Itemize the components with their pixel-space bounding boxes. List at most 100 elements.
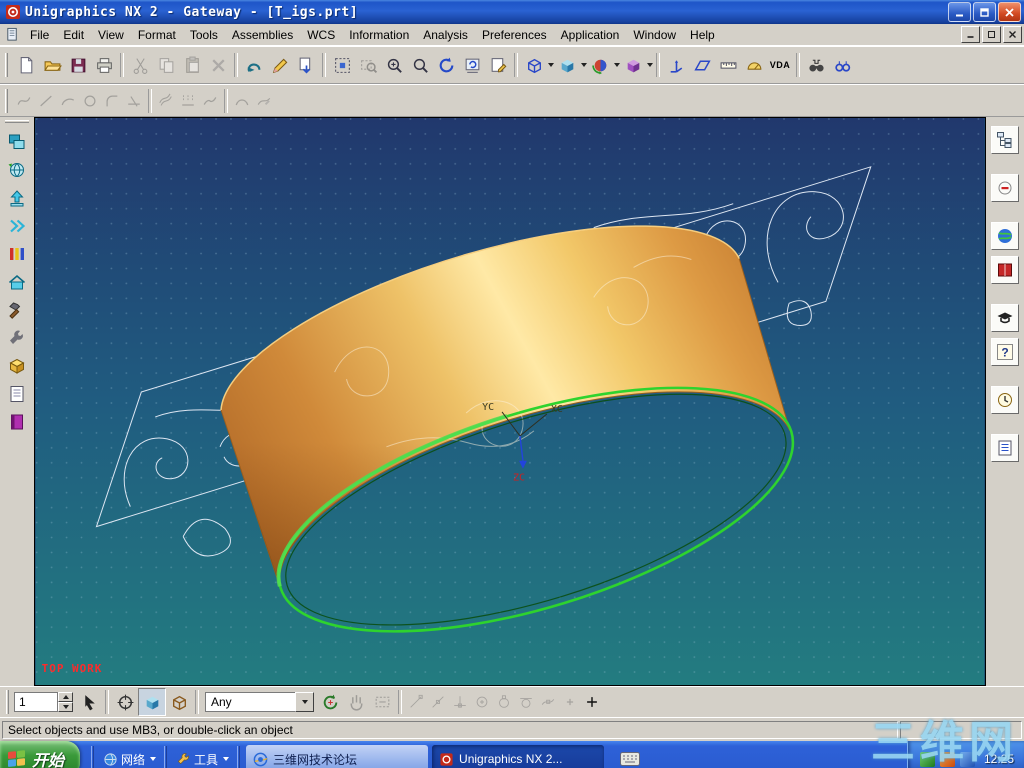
wireframe-display-button[interactable] <box>521 52 547 78</box>
menu-file[interactable]: File <box>23 26 56 44</box>
ruler-button[interactable] <box>715 52 741 78</box>
tangent-snap-button[interactable] <box>515 691 537 713</box>
remove-item-button[interactable] <box>991 174 1019 202</box>
point-on-curve-snap-button[interactable] <box>537 691 559 713</box>
modeling-tools-button[interactable] <box>3 296 31 324</box>
new-button[interactable] <box>13 52 39 78</box>
zoom-button[interactable] <box>381 52 407 78</box>
menu-wcs[interactable]: WCS <box>300 26 342 44</box>
information-list-button[interactable] <box>3 380 31 408</box>
graphics-window[interactable]: YC XC ZC TOP WORK <box>35 118 985 685</box>
menu-view[interactable]: View <box>91 26 131 44</box>
project-curve-button[interactable] <box>177 90 199 112</box>
spin-down-button[interactable] <box>58 702 73 712</box>
menu-assemblies[interactable]: Assemblies <box>225 26 300 44</box>
menu-window[interactable]: Window <box>626 26 683 44</box>
paste-button[interactable] <box>179 52 205 78</box>
mdi-restore-button[interactable] <box>982 26 1001 43</box>
training-button[interactable] <box>991 304 1019 332</box>
bridge-curve-button[interactable] <box>231 90 253 112</box>
point-snap-button[interactable] <box>559 691 581 713</box>
toolbar-grip[interactable] <box>5 88 10 113</box>
assembly-navigator-button[interactable] <box>991 126 1019 154</box>
chevron-down-icon[interactable] <box>223 757 230 761</box>
update-display-button[interactable] <box>459 52 485 78</box>
spin-up-button[interactable] <box>58 692 73 702</box>
close-button[interactable] <box>998 2 1021 22</box>
binoculars-button[interactable] <box>803 52 829 78</box>
arc-button[interactable] <box>57 90 79 112</box>
task-browser[interactable]: 三维网技术论坛 <box>246 745 429 768</box>
open-button[interactable] <box>39 52 65 78</box>
dropdown-arrow-icon[interactable] <box>647 63 653 67</box>
minimize-button[interactable] <box>948 2 971 22</box>
join-curve-button[interactable] <box>199 90 221 112</box>
spline-button[interactable] <box>13 90 35 112</box>
journal-button[interactable] <box>991 434 1019 462</box>
delete-button[interactable] <box>205 52 231 78</box>
style-button[interactable] <box>267 52 293 78</box>
plus-button[interactable] <box>581 691 603 713</box>
orient-view-button[interactable] <box>620 52 646 78</box>
work-layer-spinner[interactable]: 1 <box>14 692 73 712</box>
menu-application[interactable]: Application <box>554 26 627 44</box>
solid-body-button[interactable] <box>3 352 31 380</box>
menu-tools[interactable]: Tools <box>183 26 225 44</box>
restore-button[interactable] <box>973 2 996 22</box>
tools-toolbar[interactable]: 工具 <box>171 741 234 768</box>
selection-filter-combo[interactable]: Any <box>205 692 314 712</box>
copy-button[interactable] <box>153 52 179 78</box>
layer-settings-button[interactable] <box>3 128 31 156</box>
snap-target-button[interactable] <box>112 689 138 715</box>
materials-button[interactable] <box>3 408 31 436</box>
rotate-view-button[interactable] <box>3 156 31 184</box>
offset-curve-button[interactable] <box>155 90 177 112</box>
viewport[interactable]: YC XC ZC TOP WORK <box>34 117 986 686</box>
window-zoom-button[interactable] <box>369 689 395 715</box>
vda-button[interactable]: VDA <box>767 52 793 78</box>
chevron-down-icon[interactable] <box>150 757 157 761</box>
tray-icon-c[interactable] <box>959 751 975 767</box>
center-snap-button[interactable] <box>471 691 493 713</box>
home-view-button[interactable] <box>3 268 31 296</box>
history-book-button[interactable] <box>991 256 1019 284</box>
quicklaunch-grip[interactable] <box>237 746 242 768</box>
angle-measure-button[interactable] <box>741 52 767 78</box>
edit-display-button[interactable] <box>485 52 511 78</box>
import-button[interactable] <box>3 184 31 212</box>
shaded-display-button[interactable] <box>554 52 580 78</box>
orbit-button[interactable] <box>587 52 613 78</box>
csys-view-button[interactable] <box>166 689 192 715</box>
task-nx[interactable]: Unigraphics NX 2... <box>432 745 605 768</box>
mdi-close-button[interactable] <box>1003 26 1022 43</box>
copy-display-button[interactable] <box>293 52 319 78</box>
combo-drop-button[interactable] <box>295 692 314 712</box>
midpoint-snap-button[interactable] <box>427 691 449 713</box>
menu-edit[interactable]: Edit <box>56 26 91 44</box>
rotate-refresh-button[interactable] <box>317 689 343 715</box>
intersection-snap-button[interactable] <box>449 691 471 713</box>
menu-preferences[interactable]: Preferences <box>475 26 554 44</box>
save-button[interactable] <box>65 52 91 78</box>
magnify-button[interactable] <box>407 52 433 78</box>
quadrant-snap-button[interactable] <box>493 691 515 713</box>
toolbar-grip[interactable] <box>6 690 11 714</box>
undo-button[interactable] <box>241 52 267 78</box>
print-button[interactable] <box>91 52 117 78</box>
menu-information[interactable]: Information <box>342 26 416 44</box>
datum-csys-button[interactable] <box>663 52 689 78</box>
web-browser-button[interactable] <box>991 222 1019 250</box>
menu-help[interactable]: Help <box>683 26 722 44</box>
menu-analysis[interactable]: Analysis <box>416 26 475 44</box>
utilities-button[interactable] <box>3 324 31 352</box>
work-view-button[interactable] <box>138 688 166 716</box>
reorder-button[interactable] <box>3 212 31 240</box>
search-button[interactable] <box>829 52 855 78</box>
clock-button[interactable] <box>991 386 1019 414</box>
zoom-rect-button[interactable] <box>355 52 381 78</box>
datum-plane-button[interactable] <box>689 52 715 78</box>
keyboard-icon[interactable] <box>620 752 641 766</box>
tray-icon-b[interactable] <box>939 751 955 767</box>
color-palette-button[interactable] <box>3 240 31 268</box>
quicklaunch-grip[interactable] <box>91 746 96 768</box>
